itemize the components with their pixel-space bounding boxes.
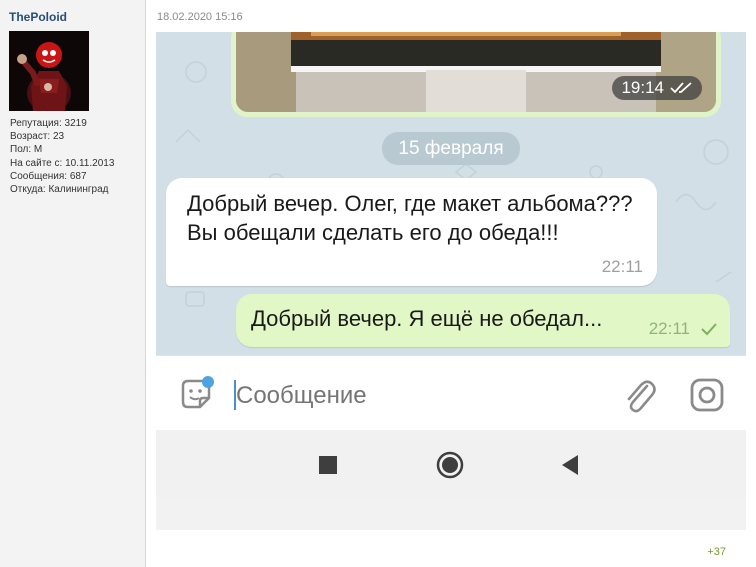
photo-time: 19:14: [621, 78, 664, 97]
post-screenshot: 19:14 15 февраля Добрый вечер. Олег, где…: [156, 32, 746, 530]
stat-gender: Пол: М: [10, 144, 43, 156]
user-stats: Репутация: 3219 Возраст: 23 Пол: М На са…: [10, 117, 114, 196]
home-icon[interactable]: [436, 451, 464, 479]
date-separator: 15 февраля: [382, 132, 520, 165]
outgoing-message-time: 22:11: [648, 319, 690, 338]
stat-age: Возраст: 23: [10, 131, 65, 143]
sticker-icon: [181, 376, 214, 409]
sticker-button[interactable]: [178, 376, 216, 414]
outgoing-message-meta: 22:11: [649, 319, 718, 339]
recent-apps-icon[interactable]: [319, 456, 337, 474]
post-reaction-count[interactable]: +37: [707, 546, 726, 558]
photo-image[interactable]: 19:14: [236, 32, 716, 112]
stat-joined: На сайте с: 10.11.2013: [10, 157, 115, 169]
incoming-message-time: 22:11: [601, 257, 643, 276]
double-check-icon: [670, 82, 692, 94]
outgoing-message[interactable]: Добрый вечер. Я ещё не обедал... 22:11: [236, 294, 730, 347]
outgoing-message-text: Добрый вечер. Я ещё не обедал...: [251, 306, 603, 331]
camera-button[interactable]: [689, 377, 725, 413]
stat-reputation: Репутация: 3219: [10, 118, 87, 129]
incoming-message[interactable]: Добрый вечер. Олег, где макет альбома???…: [166, 178, 657, 286]
photo-time-badge: 19:14: [612, 76, 702, 100]
camera-icon: [690, 378, 724, 412]
message-input[interactable]: [236, 381, 596, 411]
avatar[interactable]: [9, 31, 89, 111]
stat-messages: Сообщения: 687: [10, 170, 87, 182]
photo-message[interactable]: 19:14: [231, 32, 721, 117]
post-date: 18.02.2020 15:16: [157, 11, 243, 23]
incoming-message-text: Добрый вечер. Олег, где макет альбома???…: [187, 191, 633, 245]
paperclip-icon: [627, 380, 656, 413]
android-navigation-bar: [156, 430, 746, 498]
chat-area: 19:14 15 февраля Добрый вечер. Олег, где…: [156, 32, 746, 355]
back-icon[interactable]: [560, 454, 580, 476]
user-sidebar: ThePoloid Репутация: 3219 Возраст: 23 По…: [0, 0, 146, 567]
attach-button[interactable]: [621, 376, 657, 414]
message-input-bar: [156, 355, 746, 430]
stat-location: Откуда: Калининград: [10, 184, 109, 196]
username-link[interactable]: ThePoloid: [9, 10, 67, 24]
check-icon: [701, 323, 717, 336]
